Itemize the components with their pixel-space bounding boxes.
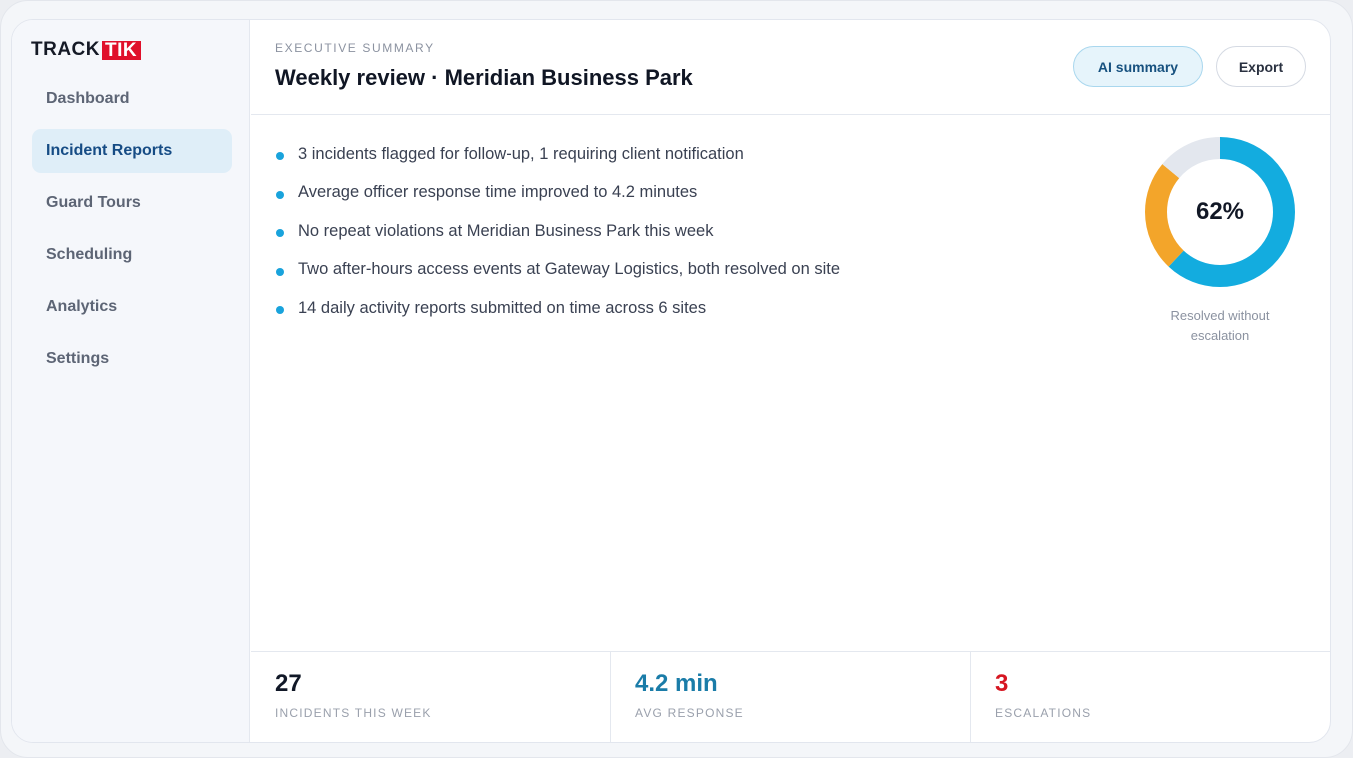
stat-label: AVG RESPONSE bbox=[635, 706, 744, 720]
bullet-dot-icon bbox=[276, 229, 284, 238]
page-header: EXECUTIVE SUMMARY Weekly review · Meridi… bbox=[251, 20, 1330, 115]
stat-incidents: 27 INCIDENTS THIS WEEK bbox=[251, 652, 611, 742]
sidebar-item-dashboard[interactable]: Dashboard bbox=[32, 77, 232, 121]
bullet-dot-icon bbox=[276, 306, 284, 315]
section-eyebrow: EXECUTIVE SUMMARY bbox=[275, 41, 435, 55]
list-item: 3 incidents flagged for follow-up, 1 req… bbox=[276, 135, 1096, 174]
export-button[interactable]: Export bbox=[1216, 46, 1306, 87]
ai-summary-button[interactable]: AI summary bbox=[1073, 46, 1203, 87]
resolution-donut: 62% Resolved without escalation bbox=[1140, 132, 1300, 346]
bullet-dot-icon bbox=[276, 267, 284, 276]
sidebar-item-guard-tours[interactable]: Guard Tours bbox=[32, 181, 232, 225]
sidebar-item-scheduling[interactable]: Scheduling bbox=[32, 233, 232, 277]
stat-escalations: 3 ESCALATIONS bbox=[971, 652, 1330, 742]
summary-bullet-list: 3 incidents flagged for follow-up, 1 req… bbox=[276, 135, 1096, 328]
logo-text-tik: TIK bbox=[102, 40, 142, 60]
list-item: No repeat violations at Meridian Busines… bbox=[276, 212, 1096, 251]
stat-label: INCIDENTS THIS WEEK bbox=[275, 706, 432, 720]
stat-value: 4.2 min bbox=[635, 670, 718, 697]
app-window: TRACK TIK Dashboard Incident Reports Guar… bbox=[0, 0, 1353, 758]
sidebar-nav: Dashboard Incident Reports Guard Tours S… bbox=[32, 77, 232, 389]
logo-text-track: TRACK bbox=[31, 39, 100, 60]
donut-percentage: 62% bbox=[1195, 198, 1245, 225]
sidebar-item-analytics[interactable]: Analytics bbox=[32, 285, 232, 329]
app-shell: TRACK TIK Dashboard Incident Reports Guar… bbox=[11, 19, 1331, 743]
tracktik-logo[interactable]: TRACK TIK bbox=[31, 39, 142, 60]
sidebar: TRACK TIK Dashboard Incident Reports Guar… bbox=[12, 20, 250, 742]
bullet-text: 14 daily activity reports submitted on t… bbox=[298, 298, 707, 317]
sidebar-item-incident-reports[interactable]: Incident Reports bbox=[32, 129, 232, 173]
bullet-text: No repeat violations at Meridian Busines… bbox=[298, 221, 714, 240]
stat-value: 27 bbox=[275, 670, 302, 697]
stat-avg-response: 4.2 min AVG RESPONSE bbox=[611, 652, 971, 742]
bullet-text: Average officer response time improved t… bbox=[298, 183, 698, 202]
stat-value: 3 bbox=[995, 670, 1009, 697]
page-title: Weekly review · Meridian Business Park bbox=[275, 65, 693, 90]
list-item: 14 daily activity reports submitted on t… bbox=[276, 289, 1096, 328]
stat-label: ESCALATIONS bbox=[995, 706, 1092, 720]
list-item: Two after-hours access events at Gateway… bbox=[276, 251, 1096, 290]
donut-caption: Resolved without escalation bbox=[1170, 308, 1270, 343]
bullet-text: 3 incidents flagged for follow-up, 1 req… bbox=[298, 144, 744, 163]
bullet-dot-icon bbox=[276, 152, 284, 161]
bullet-dot-icon bbox=[276, 190, 284, 199]
sidebar-item-settings[interactable]: Settings bbox=[32, 337, 232, 381]
list-item: Average officer response time improved t… bbox=[276, 174, 1096, 213]
bullet-text: Two after-hours access events at Gateway… bbox=[298, 260, 841, 279]
stats-bar: 27 INCIDENTS THIS WEEK 4.2 min AVG RESPO… bbox=[251, 651, 1330, 742]
